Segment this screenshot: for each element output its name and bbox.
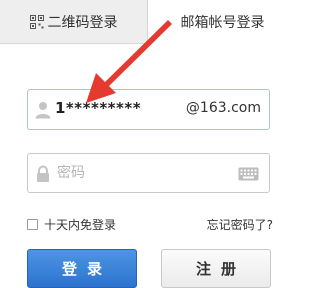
remember-me[interactable]: 十天内免登录 <box>27 216 116 233</box>
remember-label: 十天内免登录 <box>44 218 117 232</box>
forgot-password-link[interactable]: 忘记密码了? <box>207 216 273 233</box>
login-button[interactable]: 登录 <box>27 249 137 288</box>
username-value: 1********* <box>55 99 142 117</box>
tab-qr-login[interactable]: 二维码登录 <box>0 0 148 44</box>
tab-email-label: 邮箱帐号登录 <box>180 15 265 31</box>
qr-code-icon <box>29 14 44 29</box>
register-button[interactable]: 注册 <box>161 249 271 288</box>
user-icon <box>35 102 51 119</box>
login-tabs: 二维码登录 邮箱帐号登录 <box>0 0 297 44</box>
password-input[interactable] <box>57 163 227 183</box>
username-field[interactable]: 1********* @163.com <box>27 89 270 130</box>
email-domain-suffix: @163.com <box>185 100 261 116</box>
password-field[interactable] <box>27 153 270 193</box>
lock-icon <box>37 165 49 182</box>
soft-keyboard-icon[interactable] <box>238 167 259 181</box>
tab-email-login[interactable]: 邮箱帐号登录 <box>148 0 297 44</box>
remember-checkbox[interactable] <box>27 219 38 230</box>
tab-qr-label: 二维码登录 <box>47 14 118 31</box>
